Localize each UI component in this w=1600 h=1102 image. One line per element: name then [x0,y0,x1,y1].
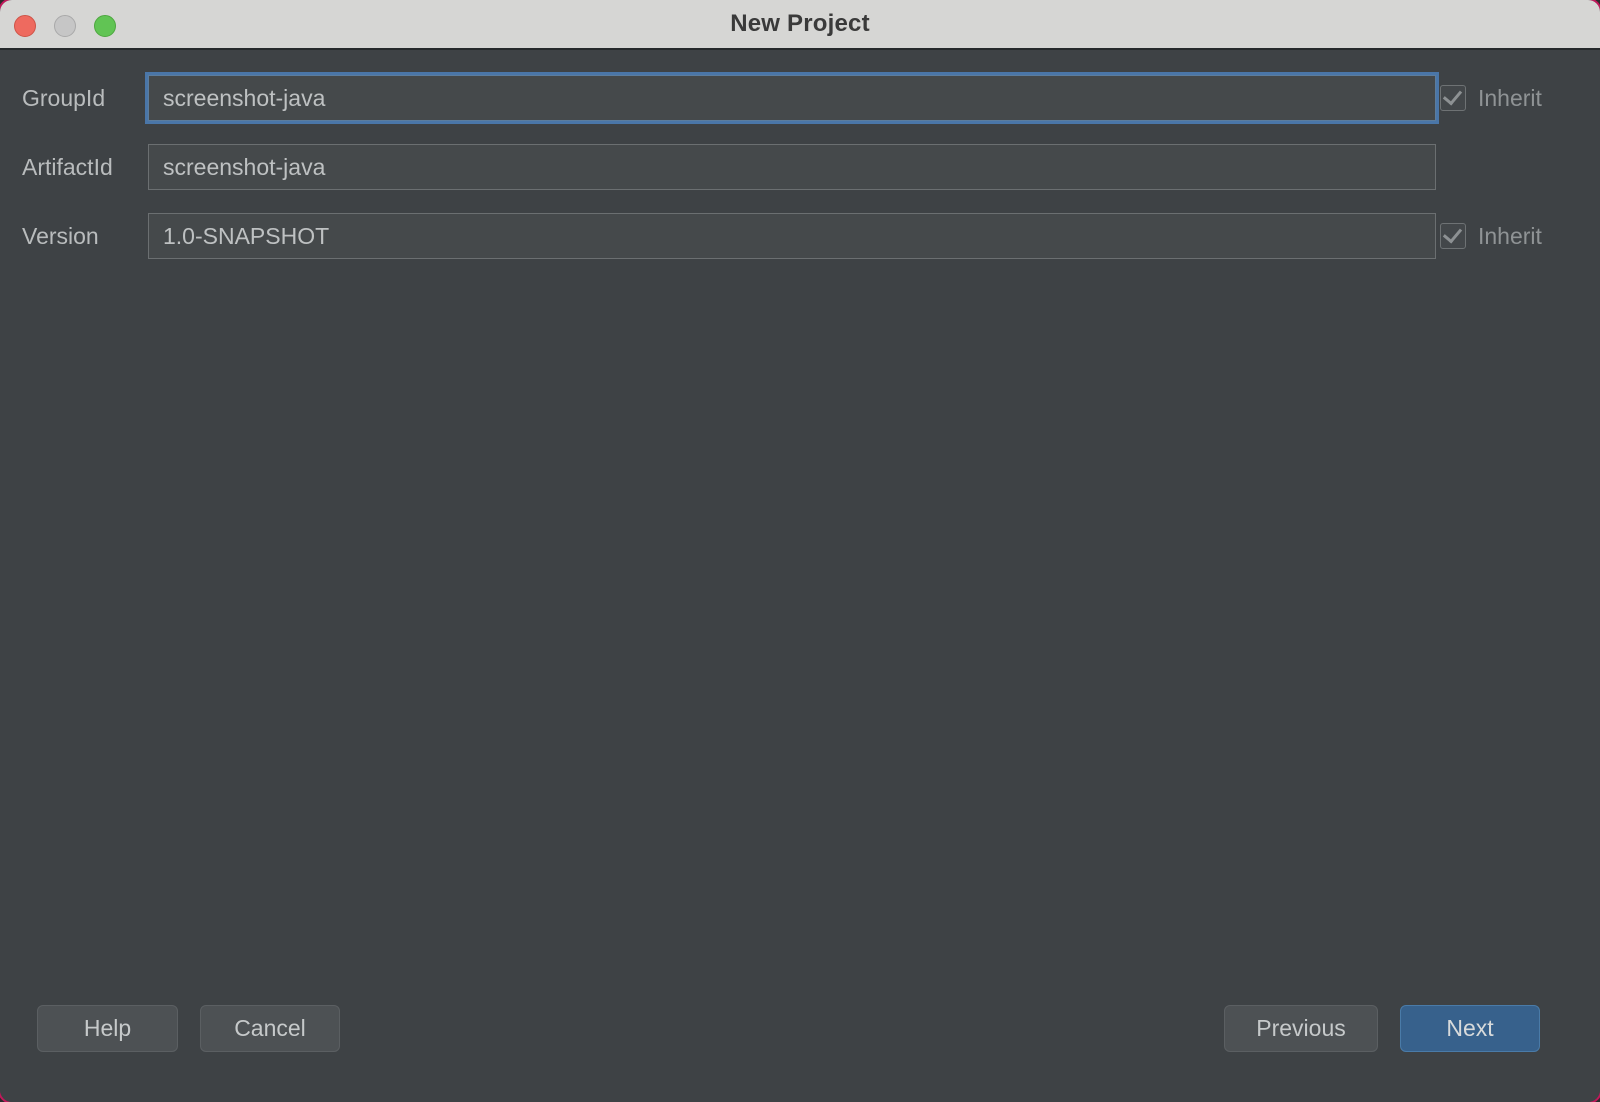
form-row-groupid: GroupId Inherit [0,75,1600,121]
form-row-version: Version Inherit [0,213,1600,259]
form-row-artifactid: ArtifactId [0,144,1600,190]
title-bar: New Project [0,0,1600,50]
checkmark-icon [1443,85,1462,105]
version-input[interactable] [148,213,1436,259]
new-project-dialog: New Project GroupId Inherit ArtifactId V… [0,0,1600,1102]
cancel-button[interactable]: Cancel [200,1005,340,1052]
version-inherit-label: Inherit [1478,223,1542,250]
groupid-inherit-group[interactable]: Inherit [1440,75,1542,121]
window-title: New Project [0,0,1600,48]
groupid-input[interactable] [148,75,1436,121]
dialog-body: GroupId Inherit ArtifactId Version Inher [0,50,1600,1102]
previous-button[interactable]: Previous [1224,1005,1378,1052]
artifactid-label: ArtifactId [22,144,113,190]
groupid-inherit-label: Inherit [1478,85,1542,112]
groupid-inherit-checkbox[interactable] [1440,85,1466,111]
groupid-label: GroupId [22,75,105,121]
version-label: Version [22,213,99,259]
help-button[interactable]: Help [37,1005,178,1052]
checkmark-icon [1443,223,1462,243]
version-inherit-group[interactable]: Inherit [1440,213,1542,259]
next-button[interactable]: Next [1400,1005,1540,1052]
artifactid-input[interactable] [148,144,1436,190]
version-inherit-checkbox[interactable] [1440,223,1466,249]
